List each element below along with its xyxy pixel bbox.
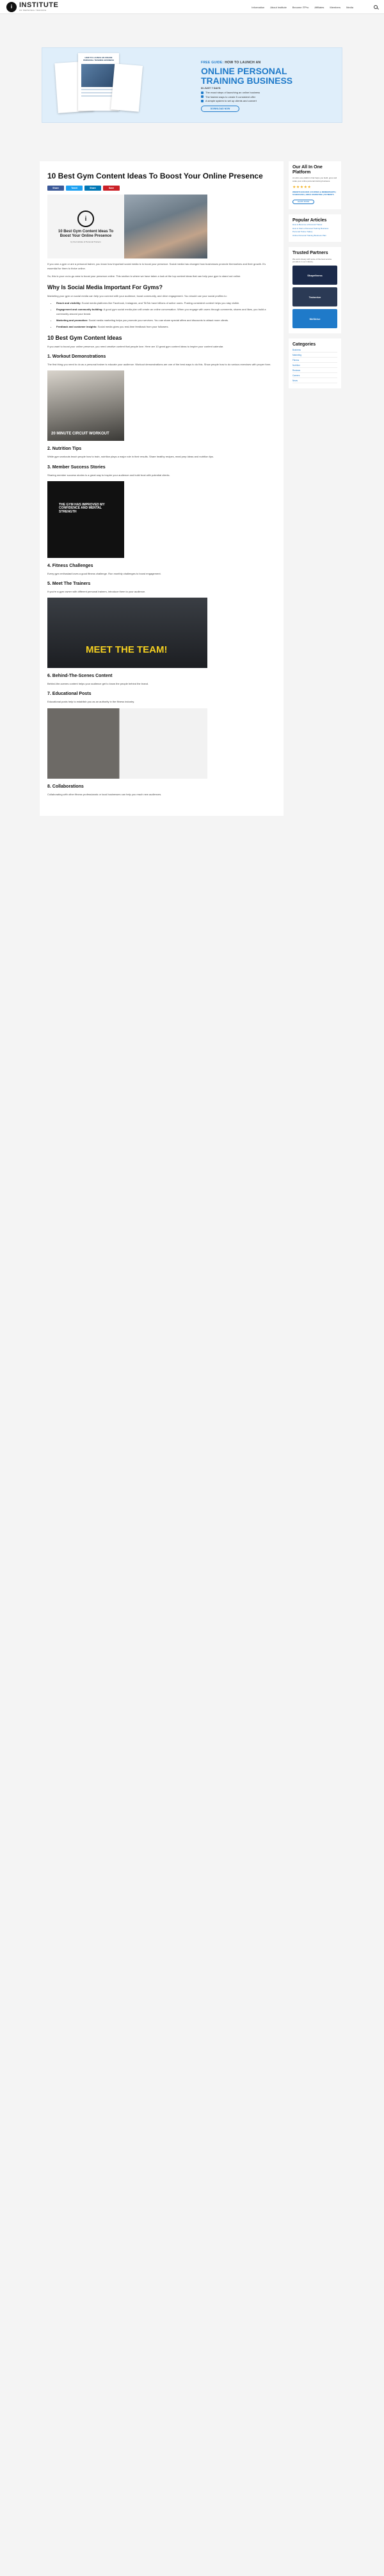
list-item: Reach and visibility: Social media platf… [56, 301, 276, 305]
item-heading: 1. Workout Demonstrations [47, 354, 106, 360]
category-link[interactable]: Careers [292, 373, 337, 378]
twitter-share-button[interactable]: Tweet [66, 186, 83, 191]
article: 10 Best Gym Content Ideas To Boost Your … [40, 161, 284, 816]
menu-item[interactable]: About Institute [270, 6, 287, 9]
facebook-share-button[interactable]: Share [47, 186, 64, 191]
popular-article-link[interactable]: Personal Trainer Salary [292, 230, 337, 234]
item-heading: 3. Member Success Stories [47, 465, 106, 470]
paragraph: Behind-the-scenes content helps your aud… [47, 682, 149, 686]
list-item: Feedback and customer insights: Social m… [56, 325, 276, 329]
search-icon[interactable] [374, 5, 378, 9]
menu-item[interactable]: Affiliates [314, 6, 324, 9]
banner-bullet: The exact steps of launching an online b… [201, 91, 260, 94]
check-icon [201, 95, 204, 98]
list-item: Engagement and community building: A goo… [56, 308, 276, 315]
paragraph: Marketing your gym on social media can h… [47, 294, 227, 298]
item-heading: 5. Meet The Trainers [47, 582, 91, 587]
intro-paragraph: If you own a gym or are a personal train… [47, 262, 266, 270]
paragraph: Every gym enthusiast loves a good fitnes… [47, 571, 161, 575]
article-title: 10 Best Gym Content Ideas To Boost Your … [47, 171, 263, 180]
top-nav: i INSTITUTE OF PERSONAL TRAINING Informa… [0, 0, 384, 14]
paragraph: If you want to boost your online presenc… [47, 345, 224, 349]
popular-article-link[interactable]: How to Start a Personal Training Busines… [292, 227, 337, 230]
item-heading: 4. Fitness Challenges [47, 563, 93, 568]
rating-stars-icon: ★★★★★ [292, 185, 312, 189]
learn-more-button[interactable]: LEARN MORE [292, 199, 314, 204]
educational-post-image [47, 708, 207, 779]
banner-bullet: The fastest ways to create 5 consistent … [201, 95, 260, 99]
menu-item[interactable]: Media [346, 6, 353, 9]
list-item: Marketing and promotion: Social media ma… [56, 319, 276, 322]
item-heading: 8. Collaborations [47, 784, 84, 789]
banner-days: IN JUST 7 DAYS [201, 86, 221, 90]
partners-widget: Trusted Partners We work closely with so… [289, 247, 341, 334]
institute-badge-icon: i [77, 211, 94, 228]
paragraph: Educational posts help to establish you … [47, 700, 135, 704]
paragraph: Collaborating with other fitness profess… [47, 792, 162, 796]
sidebar: Our All In One Platform An all-in-one pl… [289, 161, 341, 816]
category-link[interactable]: News [292, 378, 337, 383]
site-logo[interactable]: i INSTITUTE OF PERSONAL TRAINING [6, 1, 59, 12]
category-link[interactable]: Reviews [292, 368, 337, 373]
section-heading: Why Is Social Media Important For Gyms? [47, 283, 163, 290]
menu-item[interactable]: Information [252, 6, 264, 9]
success-story-image: THE GYM HAS IMPROVED MY CONFIDENCE AND M… [47, 481, 124, 558]
download-button[interactable]: DOWNLOAD NOW [201, 106, 239, 112]
logo-text: INSTITUTE [19, 1, 59, 9]
share-buttons: Share Tweet Share Save [47, 186, 276, 191]
item-heading: 7. Educational Posts [47, 692, 92, 697]
category-link[interactable]: Marketing [292, 353, 337, 358]
linkedin-share-button[interactable]: Share [84, 186, 101, 191]
paragraph: While gym workouts teach people how to t… [47, 455, 214, 459]
popular-articles-widget: Popular Articles How to Become a Persona… [289, 214, 341, 242]
partner-banner[interactable]: ShapeItness [292, 266, 337, 285]
platform-widget: Our All In One Platform An all-in-one pl… [289, 161, 341, 209]
gym-photo [124, 195, 207, 259]
main-menu: Information About Institute Become ITPro… [252, 0, 353, 14]
category-link[interactable]: Fitness [292, 358, 337, 363]
banner-headline: ONLINE PERSONAL TRAINING BUSINESS [201, 66, 293, 86]
meet-the-team-image: MEET THE TEAM! [47, 598, 207, 669]
intro-paragraph: So, this is your on-to-go area to boost … [47, 274, 241, 278]
check-icon [201, 91, 204, 94]
paragraph: Sharing member success stories is a grea… [47, 473, 170, 477]
partner-banner[interactable]: Trainerize [292, 287, 337, 307]
paragraph: The first thing you need to do as a pers… [47, 363, 271, 367]
item-heading: 2. Nutrition Tips [47, 447, 82, 452]
guide-book-image: HOW TO LAUNCH AN ONLINE PERSONAL TRAININ… [54, 53, 143, 118]
banner-kicker: FREE GUIDE: HOW TO LAUNCH AN [201, 61, 261, 65]
partner-banner[interactable]: WeStrive [292, 309, 337, 329]
section-heading: 10 Best Gym Content Ideas [47, 335, 122, 342]
item-heading: 6. Behind-The-Scenes Content [47, 674, 113, 679]
menu-item[interactable]: Members [330, 6, 340, 9]
popular-article-link[interactable]: Online Personal Training Business Plan [292, 234, 337, 237]
check-icon [201, 99, 204, 102]
category-link[interactable]: Nutrition [292, 363, 337, 368]
benefits-list: Reach and visibility: Social media platf… [56, 301, 276, 329]
menu-item[interactable]: Become ITPro [292, 6, 309, 9]
banner-bullet: A simple system to set up clients and co… [201, 99, 260, 102]
categories-widget: Categories Business Marketing Fitness Nu… [289, 338, 341, 388]
logo-icon: i [6, 1, 17, 12]
paragraph: If you're a gym owner with different per… [47, 590, 146, 594]
banner-bullets: The exact steps of launching an online b… [201, 91, 260, 104]
free-guide-banner[interactable]: HOW TO LAUNCH AN ONLINE PERSONAL TRAININ… [42, 47, 342, 123]
hero-image: i 10 Best Gym Content Ideas To Boost You… [47, 195, 207, 259]
workout-image: 20 MINUTE CIRCUIT WORKOUT [47, 370, 124, 441]
pinterest-save-button[interactable]: Save [103, 186, 120, 191]
popular-article-link[interactable]: How to Become a Personal Trainer [292, 223, 337, 227]
logo-tagline: OF PERSONAL TRAINING [19, 9, 47, 12]
category-link[interactable]: Business [292, 347, 337, 353]
